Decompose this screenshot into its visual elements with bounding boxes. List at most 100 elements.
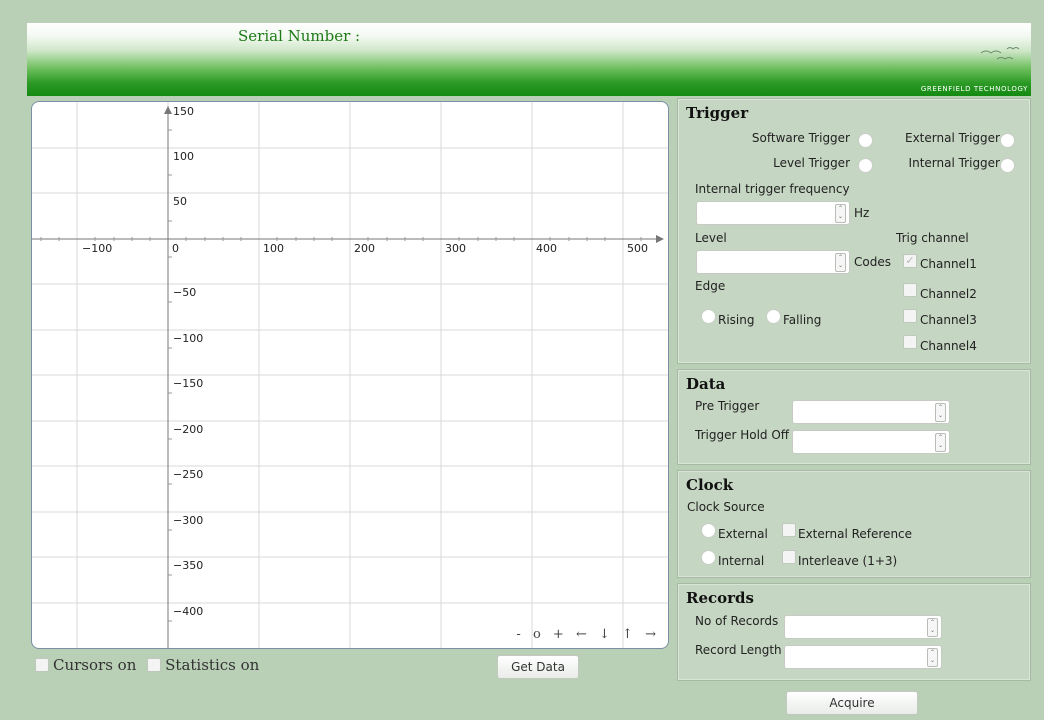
spinner-arrows-icon[interactable]: ⌃ ⌄: [935, 403, 946, 422]
external-reference-checkbox[interactable]: [782, 523, 796, 537]
spinner-arrows-icon[interactable]: ⌃ ⌄: [927, 648, 938, 667]
channel4-checkbox[interactable]: [903, 335, 917, 349]
statistics-option[interactable]: Statistics on: [147, 656, 259, 674]
trig-channel-label: Trig channel: [896, 231, 969, 245]
serial-number-label: Serial Number :: [238, 27, 361, 45]
y-tick-label: 100: [173, 150, 194, 163]
pan-left-button[interactable]: ←: [576, 627, 589, 642]
plot-options: Cursors on Statistics on: [35, 656, 265, 676]
edge-label: Edge: [695, 279, 726, 293]
zoom-in-button[interactable]: +: [553, 627, 566, 642]
internal-clock-radio[interactable]: [701, 550, 716, 565]
x-tick-label: 300: [445, 242, 466, 255]
rising-radio[interactable]: [701, 309, 716, 324]
spinner-arrows-icon[interactable]: ⌃ ⌄: [935, 433, 946, 452]
y-tick-label: −400: [173, 605, 203, 618]
statistics-checkbox[interactable]: [147, 658, 162, 672]
hz-unit: Hz: [854, 206, 870, 220]
plot-canvas[interactable]: −100 0 100 200 300 400 500 150 100 50 −5…: [32, 102, 668, 648]
y-tick-label: −300: [173, 514, 203, 527]
no-of-records-input[interactable]: ⌃ ⌄: [784, 615, 942, 639]
cursors-label: Cursors on: [53, 656, 137, 674]
trigger-panel: Trigger Software Trigger External Trigge…: [677, 98, 1031, 364]
data-panel: Data Pre Trigger ⌃ ⌄ Trigger Hold Off ⌃ ⌄: [677, 369, 1031, 465]
rising-label: Rising: [718, 313, 755, 327]
zoom-out-button[interactable]: -: [516, 627, 522, 642]
channel3-checkbox[interactable]: [903, 309, 917, 323]
x-tick-label: 500: [627, 242, 648, 255]
interleave-label: Interleave (1+3): [798, 554, 898, 568]
level-trigger-radio[interactable]: [858, 158, 873, 173]
pre-trigger-input[interactable]: ⌃ ⌄: [792, 400, 950, 424]
y-tick-label: −350: [173, 559, 203, 572]
external-trigger-radio[interactable]: [1000, 133, 1015, 148]
channel1-checkbox[interactable]: ✓: [903, 254, 917, 268]
trigger-title: Trigger: [686, 104, 749, 122]
record-length-input[interactable]: ⌃ ⌄: [784, 645, 942, 669]
statistics-label: Statistics on: [165, 656, 260, 674]
y-tick-label: 150: [173, 105, 194, 118]
falling-label: Falling: [783, 313, 822, 327]
pan-up-button[interactable]: ↑: [622, 627, 635, 642]
records-title: Records: [686, 589, 754, 607]
y-tick-label: −50: [173, 286, 196, 299]
y-tick-label: 50: [173, 195, 187, 208]
y-tick-label: −200: [173, 423, 203, 436]
x-tick-label: 200: [354, 242, 375, 255]
header-banner: Serial Number : GREENFIELD TECHNOLOGY: [27, 23, 1031, 96]
get-data-button[interactable]: Get Data: [497, 655, 579, 679]
y-axis-arrow: [164, 106, 172, 114]
external-reference-label: External Reference: [798, 527, 913, 541]
level-label: Level: [695, 231, 727, 245]
spinner-arrows-icon[interactable]: ⌃ ⌄: [927, 618, 938, 637]
y-tick-label: −100: [173, 332, 203, 345]
plot-area[interactable]: −100 0 100 200 300 400 500 150 100 50 −5…: [31, 101, 669, 649]
software-trigger-label: Software Trigger: [751, 131, 850, 145]
channel4-label: Channel4: [920, 339, 977, 353]
pre-trigger-label: Pre Trigger: [695, 399, 760, 413]
spinner-arrows-icon[interactable]: ⌃ ⌄: [835, 204, 846, 223]
external-clock-label: External: [718, 527, 768, 541]
record-length-label: Record Length: [695, 643, 782, 657]
pan-right-button[interactable]: →: [645, 627, 658, 642]
interleave-checkbox[interactable]: [782, 550, 796, 564]
channel2-checkbox[interactable]: [903, 283, 917, 297]
x-tick-label: 100: [263, 242, 284, 255]
clock-panel: Clock Clock Source External External Ref…: [677, 470, 1031, 578]
y-tick-label: −250: [173, 468, 203, 481]
clock-source-label: Clock Source: [687, 500, 765, 514]
internal-trigger-label: Internal Trigger: [908, 156, 1000, 170]
x-axis-arrow: [656, 235, 664, 243]
pan-down-button[interactable]: ↓: [599, 627, 612, 642]
brand-logo: GREENFIELD TECHNOLOGY: [920, 85, 1028, 93]
plot-navigation: - o + ← ↓ ↑ →: [512, 627, 658, 642]
channel1-label: Channel1: [920, 257, 977, 271]
clock-title: Clock: [686, 476, 734, 494]
internal-frequency-label: Internal trigger frequency: [695, 182, 850, 196]
external-clock-radio[interactable]: [701, 523, 716, 538]
cursors-option[interactable]: Cursors on: [35, 656, 136, 674]
spinner-arrows-icon[interactable]: ⌃ ⌄: [835, 253, 846, 272]
internal-frequency-input[interactable]: ⌃ ⌄: [696, 201, 850, 225]
acquire-button[interactable]: Acquire: [786, 691, 918, 715]
trigger-hold-off-label: Trigger Hold Off: [695, 428, 790, 442]
level-input[interactable]: ⌃ ⌄: [696, 250, 850, 274]
x-tick-label: 400: [536, 242, 557, 255]
internal-clock-label: Internal: [718, 554, 765, 568]
reset-zoom-button[interactable]: o: [533, 627, 543, 642]
birds-icon: [980, 47, 1020, 60]
falling-radio[interactable]: [766, 309, 781, 324]
x-tick-label: 0: [172, 242, 179, 255]
cursors-checkbox[interactable]: [35, 658, 49, 672]
x-tick-label: −100: [82, 242, 112, 255]
channel3-label: Channel3: [920, 313, 977, 327]
records-panel: Records No of Records ⌃ ⌄ Record Length ⌃…: [677, 583, 1031, 681]
data-title: Data: [686, 375, 726, 393]
no-of-records-label: No of Records: [695, 614, 779, 628]
external-trigger-label: External Trigger: [905, 131, 1000, 145]
internal-trigger-radio[interactable]: [1000, 158, 1015, 173]
software-trigger-radio[interactable]: [858, 133, 873, 148]
trigger-hold-off-input[interactable]: ⌃ ⌄: [792, 430, 950, 454]
channel2-label: Channel2: [920, 287, 977, 301]
y-tick-label: −150: [173, 377, 203, 390]
